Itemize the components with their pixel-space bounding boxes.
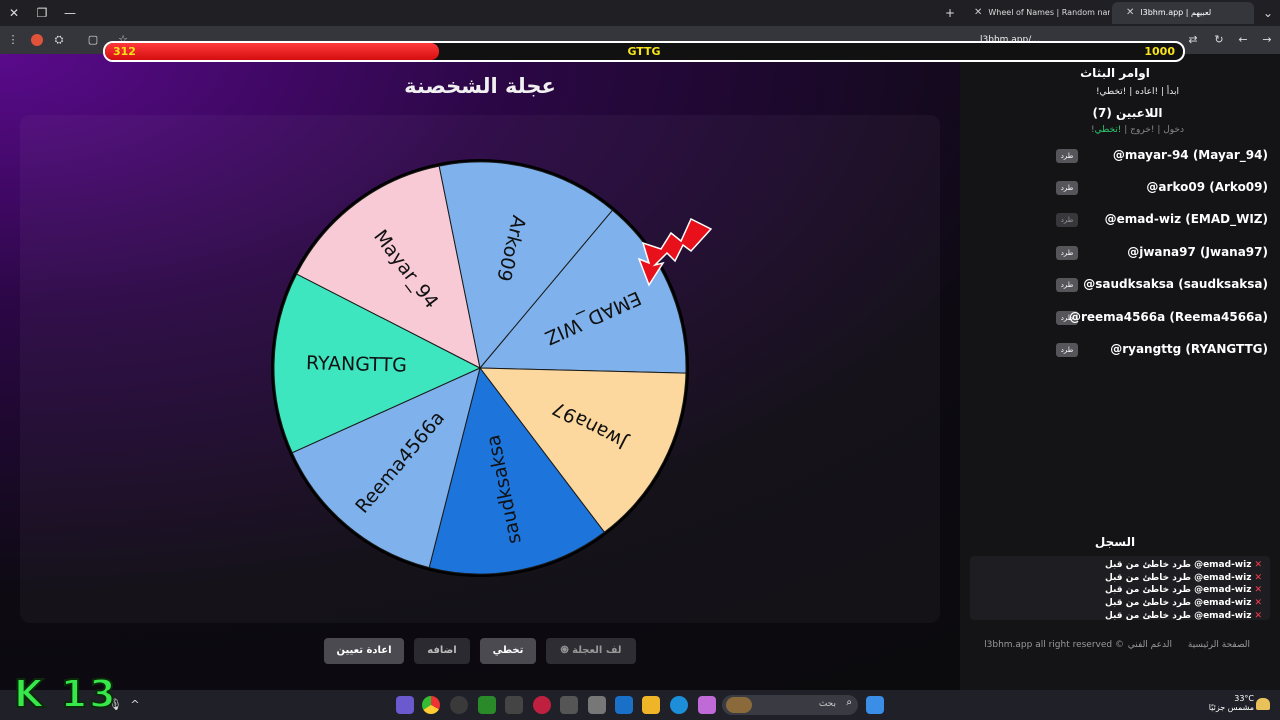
start-icon[interactable] [866, 696, 884, 714]
player-name: @jwana97 (Jwana97) [1127, 245, 1268, 259]
wheel-segment-label: RYANGTTG [306, 352, 408, 377]
log-entry: طرد خاطئ من قبل @emad-wiz ✕ [1104, 585, 1262, 595]
skip-button[interactable]: تخطي [480, 638, 536, 664]
error-x-icon: ✕ [1254, 573, 1262, 583]
commands-title: اوامر البثاث [1080, 66, 1150, 80]
edge-icon[interactable] [670, 696, 688, 714]
player-row: طرد @ryangttg (RYANGTTG) [1056, 342, 1268, 360]
close-tab-icon[interactable]: ✕ [974, 2, 982, 24]
app-icon[interactable] [450, 696, 468, 714]
outlook-icon[interactable] [615, 696, 633, 714]
tab-l3bhm[interactable]: ✕ l3bhm.app | لعبيهم [1112, 2, 1254, 24]
close-tab-icon[interactable]: ✕ [1126, 2, 1134, 24]
player-name: @reema4566a (Reema4566a) [1068, 310, 1268, 324]
app-icon[interactable] [533, 696, 551, 714]
player-commands: !دخول | !خروج | !تخطي [1090, 125, 1184, 135]
app-icon[interactable] [505, 696, 523, 714]
footer-support-link[interactable]: الدعم الفني [1128, 640, 1172, 650]
error-x-icon: ✕ [1254, 560, 1262, 570]
forward-icon[interactable]: ← [1234, 31, 1252, 49]
log-box[interactable]: طرد خاطئ من قبل @emad-wiz ✕ طرد خاطئ من ق… [970, 556, 1270, 620]
new-tab-icon[interactable]: + [940, 4, 960, 22]
reset-button[interactable]: اعادة تعيين [324, 638, 404, 664]
chrome-icon[interactable] [422, 696, 440, 714]
error-x-icon: ✕ [1254, 611, 1262, 620]
weather-sun-icon [1256, 698, 1270, 710]
reload-icon[interactable]: ↻ [1210, 31, 1228, 49]
player-name: @mayar-94 (Mayar_94) [1112, 148, 1268, 162]
health-bar: 312 GTTG 1000 [103, 41, 1185, 62]
log-title: السجل [1094, 535, 1136, 549]
tab-wheel-of-names[interactable]: ✕ Wheel of Names | Random nam [960, 2, 1110, 24]
kick-button[interactable]: طرد [1056, 246, 1078, 260]
player-name: @arko09 (Arko09) [1146, 180, 1268, 194]
player-row: طرد @reema4566a (Reema4566a) [1056, 310, 1268, 328]
copilot-icon[interactable] [698, 696, 716, 714]
log-entry: طرد خاطئ من قبل @emad-wiz ✕ [1104, 598, 1262, 608]
browser-tab-bar: ✕ ❐ — + ✕ Wheel of Names | Random nam ✕ l3… [0, 0, 1280, 26]
xbox-icon[interactable] [478, 696, 496, 714]
player-row: طرد @jwana97 (Jwana97) [1056, 245, 1268, 263]
page-content: عجلة الشخصنة EMAD_WIZ Jwana97 saudksaksa Re… [0, 54, 1280, 690]
error-x-icon: ✕ [1254, 598, 1262, 608]
kick-button[interactable]: طرد [1056, 343, 1078, 357]
search-icon: ⌕ [846, 697, 852, 708]
search-highlight-icon [726, 697, 752, 713]
kick-button[interactable]: طرد [1056, 278, 1078, 292]
kick-button[interactable]: طرد [1056, 181, 1078, 195]
show-hidden-icons-icon[interactable]: ^ [126, 696, 144, 714]
error-x-icon: ✕ [1254, 585, 1262, 595]
commands-list: !ابدأ | !اعاده | !تخطي [1095, 87, 1180, 97]
player-name: @emad-wiz (EMAD_WIZ) [1104, 212, 1268, 226]
menu-dots-icon[interactable]: ⋮ [4, 31, 22, 49]
player-row: طرد @mayar-94 (Mayar_94) [1056, 148, 1268, 166]
settings-icon[interactable] [588, 696, 606, 714]
minimize-window-icon[interactable]: — [60, 4, 80, 22]
back-icon[interactable]: → [1258, 31, 1276, 49]
lightning-pointer-icon [637, 217, 713, 287]
player-name: @saudksaksa (saudksaksa) [1083, 277, 1268, 291]
kick-button[interactable]: طرد [1056, 213, 1078, 227]
sidebar-icon[interactable]: ▢ [84, 31, 102, 49]
player-name: @ryangttg (RYANGTTG) [1110, 342, 1268, 356]
log-entry: طرد خاطئ من قبل @emad-wiz ✕ [1104, 611, 1262, 620]
log-entry: طرد خاطئ من قبل @emad-wiz ✕ [1104, 560, 1262, 570]
overlay-logo: K 13 [13, 671, 118, 717]
close-window-icon[interactable]: ✕ [4, 4, 24, 22]
restore-window-icon[interactable]: ❐ [32, 4, 52, 22]
file-explorer-icon[interactable] [642, 696, 660, 714]
wheel-panel: EMAD_WIZ Jwana97 saudksaksa Reema4566a RYANG… [20, 115, 940, 623]
weather-widget[interactable]: 33°C مشمس جزئيًا [1208, 694, 1254, 712]
profile-icon[interactable] [28, 31, 46, 49]
right-sidebar: اوامر البثاث !ابدأ | !اعاده | !تخطي اللا… [960, 54, 1280, 690]
page-title: عجلة الشخصنة [404, 74, 556, 98]
players-title: اللاعبين (7) [1092, 106, 1163, 120]
health-max: 1000 [1144, 45, 1175, 58]
windows-taskbar: 🎙 ^ بحث ⌕ 33°C مشمس جزئيًا [0, 690, 1280, 720]
site-settings-icon[interactable]: ⇄ [1184, 31, 1202, 49]
player-row: طرد @arko09 (Arko09) [1056, 180, 1268, 198]
add-button[interactable]: اضافه [414, 638, 470, 664]
player-row: طرد @emad-wiz (EMAD_WIZ) [1056, 212, 1268, 230]
log-entry: طرد خاطئ من قبل @emad-wiz ✕ [1104, 573, 1262, 583]
health-name: GTTG [627, 45, 661, 58]
footer-home-link[interactable]: الصفحة الرئيسية [1188, 640, 1250, 650]
app-icon[interactable] [396, 696, 414, 714]
spin-icon: ֍ [560, 645, 573, 656]
taskbar-search[interactable]: بحث ⌕ [722, 695, 858, 715]
tab-list-icon[interactable]: ⌄ [1258, 4, 1278, 22]
footer-copyright: l3bhm.app all right reserved © [984, 640, 1124, 650]
name-wheel[interactable]: EMAD_WIZJwana97saudksaksaReema4566aRYANG… [20, 115, 940, 623]
spin-wheel-button[interactable]: ֍ لف العجلة [546, 638, 636, 664]
kick-button[interactable]: طرد [1056, 149, 1078, 163]
player-row: طرد @saudksaksa (saudksaksa) [1056, 277, 1268, 295]
app-icon[interactable] [560, 696, 578, 714]
extensions-icon[interactable]: ⛭ [50, 31, 68, 49]
